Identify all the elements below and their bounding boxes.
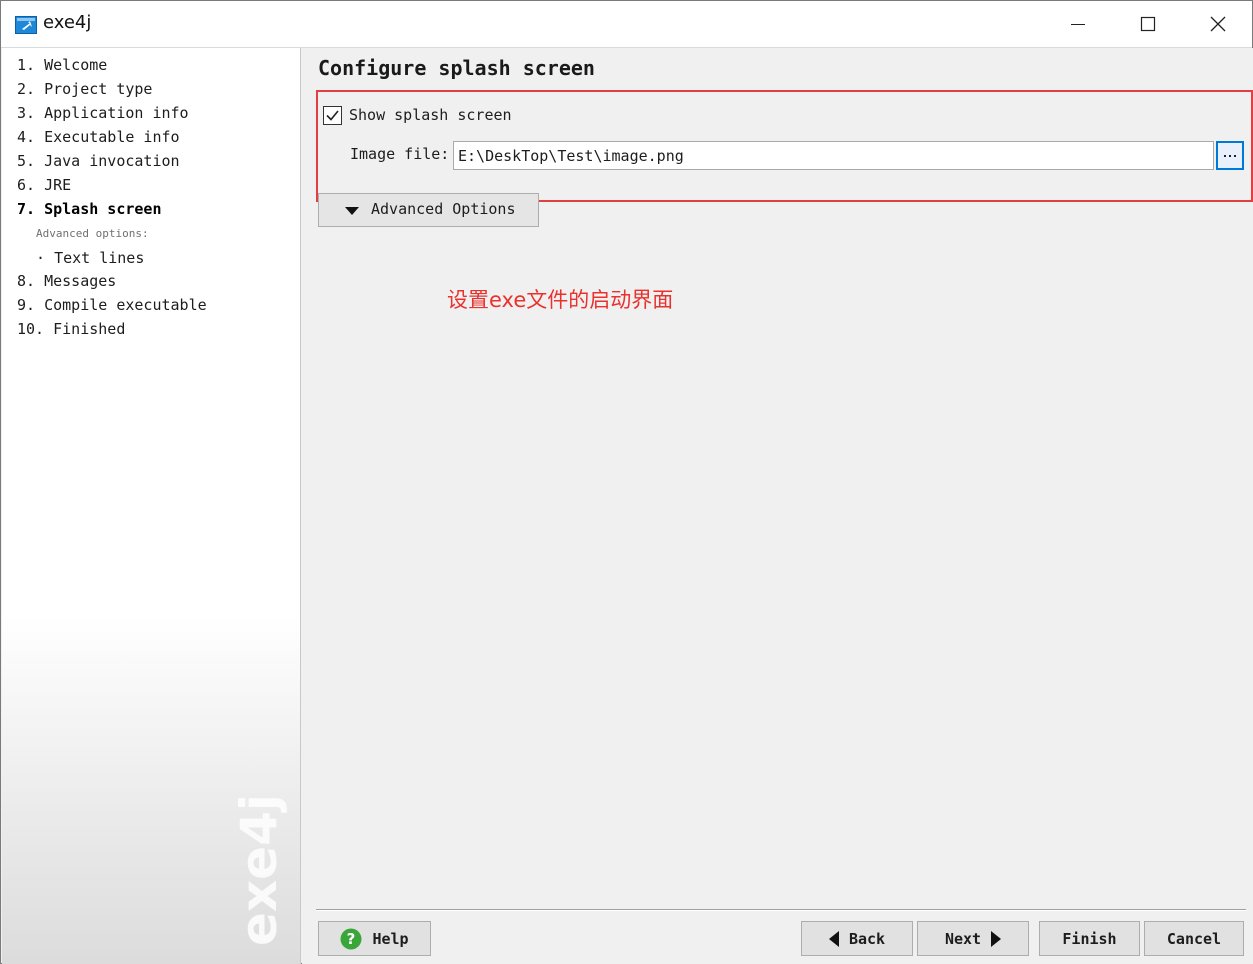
step-jre[interactable]: 6. JRE — [17, 176, 71, 194]
cancel-button[interactable]: Cancel — [1144, 921, 1244, 956]
minimize-icon — [1071, 24, 1085, 25]
maximize-icon — [1140, 16, 1156, 32]
sub-step-text-lines[interactable]: · Text lines — [36, 249, 144, 267]
next-label: Next — [944, 929, 982, 948]
wizard-steps-sidebar: 1. Welcome 2. Project type 3. Applicatio… — [2, 48, 301, 964]
image-file-input[interactable] — [453, 141, 1214, 170]
question-circle-icon: ? — [340, 928, 362, 949]
cancel-label: Cancel — [1166, 929, 1222, 948]
help-label: Help — [372, 929, 409, 948]
title-bar: exe4j — [1, 1, 1252, 48]
step-finished[interactable]: 10. Finished — [17, 320, 125, 338]
step-label: Messages — [44, 272, 117, 290]
finish-label: Finish — [1062, 929, 1117, 948]
step-label: Executable info — [44, 128, 180, 146]
step-label: Java invocation — [44, 152, 180, 170]
triangle-left-icon — [828, 930, 839, 947]
page-title: Configure splash screen — [318, 56, 595, 80]
advanced-options-label: Advanced Options — [371, 200, 516, 218]
browse-image-button[interactable] — [1216, 141, 1244, 170]
step-welcome[interactable]: 1. Welcome — [17, 56, 107, 74]
next-button[interactable]: Next — [917, 921, 1029, 956]
window-title: exe4j — [43, 12, 92, 33]
step-label: JRE — [44, 176, 72, 194]
show-splash-checkbox[interactable] — [323, 106, 342, 125]
sub-step-label: Text lines — [54, 249, 145, 267]
svg-text:exe4j: exe4j — [230, 794, 288, 946]
application-window: exe4j 1. Welcome 2. Project type 3. Appl… — [0, 0, 1253, 964]
advanced-options-caption: Advanced options: — [36, 227, 149, 240]
finish-button[interactable]: Finish — [1039, 921, 1140, 956]
minimize-button[interactable] — [1043, 1, 1113, 47]
step-messages[interactable]: 8. Messages — [17, 272, 116, 290]
step-project-type[interactable]: 2. Project type — [17, 80, 152, 98]
step-executable-info[interactable]: 4. Executable info — [17, 128, 180, 146]
back-label: Back — [848, 929, 886, 948]
svg-text:?: ? — [347, 930, 356, 948]
ellipsis-icon — [1224, 154, 1236, 157]
triangle-right-icon — [991, 930, 1002, 947]
maximize-button[interactable] — [1113, 1, 1183, 47]
step-label: Compile executable — [44, 296, 207, 314]
step-label: Project type — [44, 80, 153, 98]
help-button[interactable]: ? Help — [318, 921, 431, 956]
step-java-invocation[interactable]: 5. Java invocation — [17, 152, 180, 170]
close-icon — [1210, 16, 1226, 32]
annotation-text: 设置exe文件的启动界面 — [447, 288, 674, 312]
step-splash-screen[interactable]: 7. Splash screen — [17, 200, 162, 218]
step-label: Finished — [53, 320, 126, 338]
checkmark-icon — [326, 110, 339, 121]
image-file-label: Image file: — [350, 145, 450, 163]
step-compile-executable[interactable]: 9. Compile executable — [17, 296, 207, 314]
step-label: Splash screen — [44, 200, 162, 218]
triangle-down-icon — [345, 207, 359, 215]
step-application-info[interactable]: 3. Application info — [17, 104, 189, 122]
main-panel: Configure splash screen Show splash scre… — [302, 48, 1253, 964]
close-button[interactable] — [1183, 1, 1253, 47]
advanced-options-button[interactable]: Advanced Options — [318, 193, 539, 227]
footer-divider — [316, 909, 1246, 911]
exe4j-watermark-logo: exe4j — [230, 794, 288, 946]
back-button[interactable]: Back — [801, 921, 913, 956]
exe4j-app-icon — [15, 16, 37, 34]
show-splash-label[interactable]: Show splash screen — [349, 106, 512, 124]
step-label: Welcome — [44, 56, 108, 74]
step-label: Application info — [44, 104, 189, 122]
